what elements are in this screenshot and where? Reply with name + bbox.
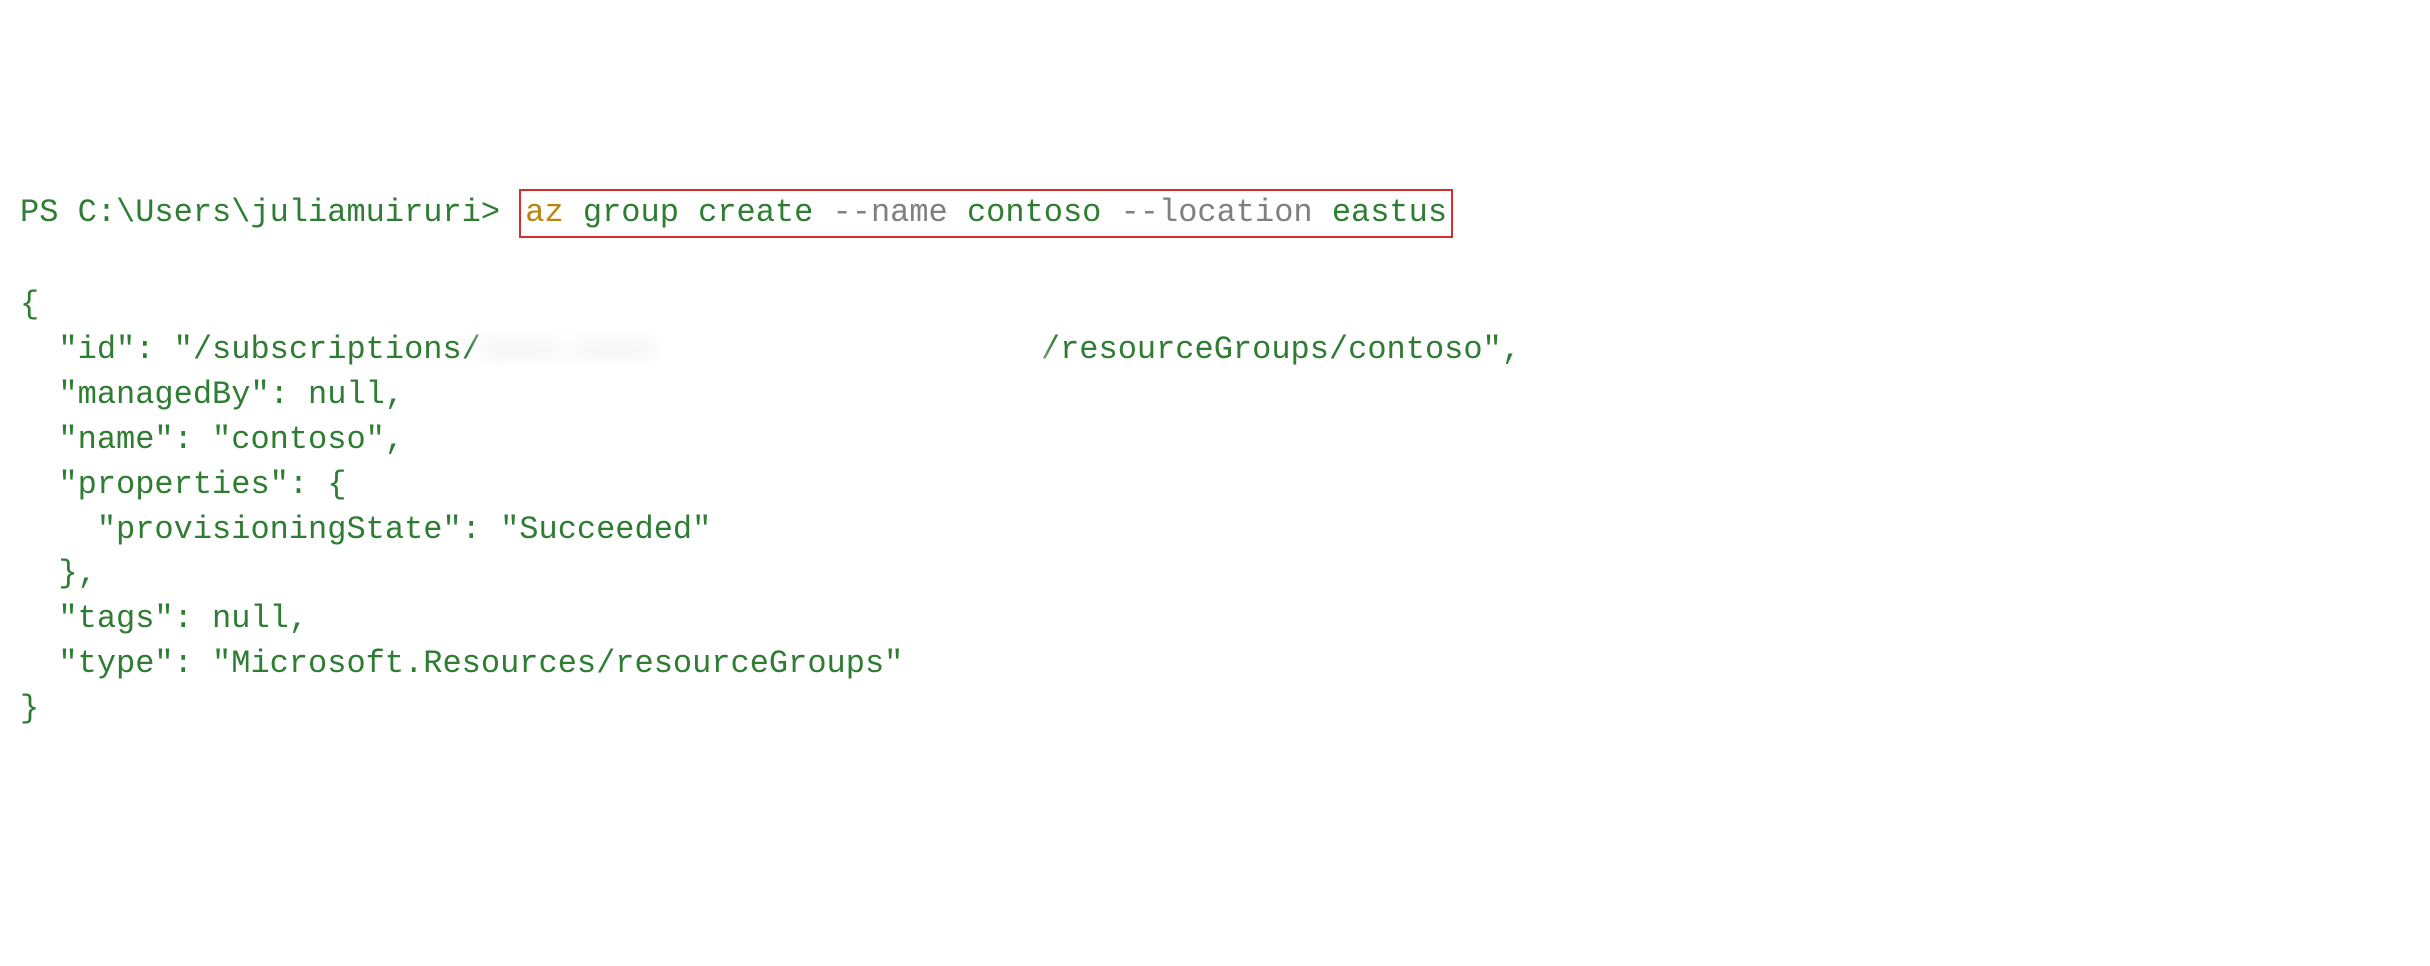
json-tags-line: "tags": null, (20, 600, 308, 637)
json-brace-open: { (20, 286, 39, 323)
json-type-line: "type": "Microsoft.Resources/resourceGro… (20, 645, 903, 682)
prompt-prefix: PS C:\Users\juliamuiruri> (20, 194, 519, 231)
cmd-az: az (525, 194, 563, 231)
cmd-val-location: eastus (1313, 194, 1447, 231)
json-id-line: "id": "/subscriptions//resourceGroups/co… (20, 331, 1521, 368)
cmd-flag-name: --name (833, 194, 948, 231)
json-managedby-line: "managedBy": null, (20, 376, 404, 413)
json-provisioningstate-line: "provisioningState": "Succeeded" (20, 511, 711, 548)
json-brace-close: } (20, 690, 39, 727)
json-properties-open: "properties": { (20, 466, 346, 503)
json-name-line: "name": "contoso", (20, 421, 404, 458)
redacted-subscription-id (481, 328, 1041, 373)
cmd-group-create: group create (564, 194, 833, 231)
command-line[interactable]: PS C:\Users\juliamuiruri> az group creat… (20, 189, 2410, 238)
cmd-val-name: contoso (948, 194, 1121, 231)
terminal-output: PS C:\Users\juliamuiruri> az group creat… (20, 189, 2410, 731)
cmd-flag-location: --location (1121, 194, 1313, 231)
command-highlight-box: az group create --name contoso --locatio… (519, 189, 1453, 238)
json-properties-close: }, (20, 555, 97, 592)
